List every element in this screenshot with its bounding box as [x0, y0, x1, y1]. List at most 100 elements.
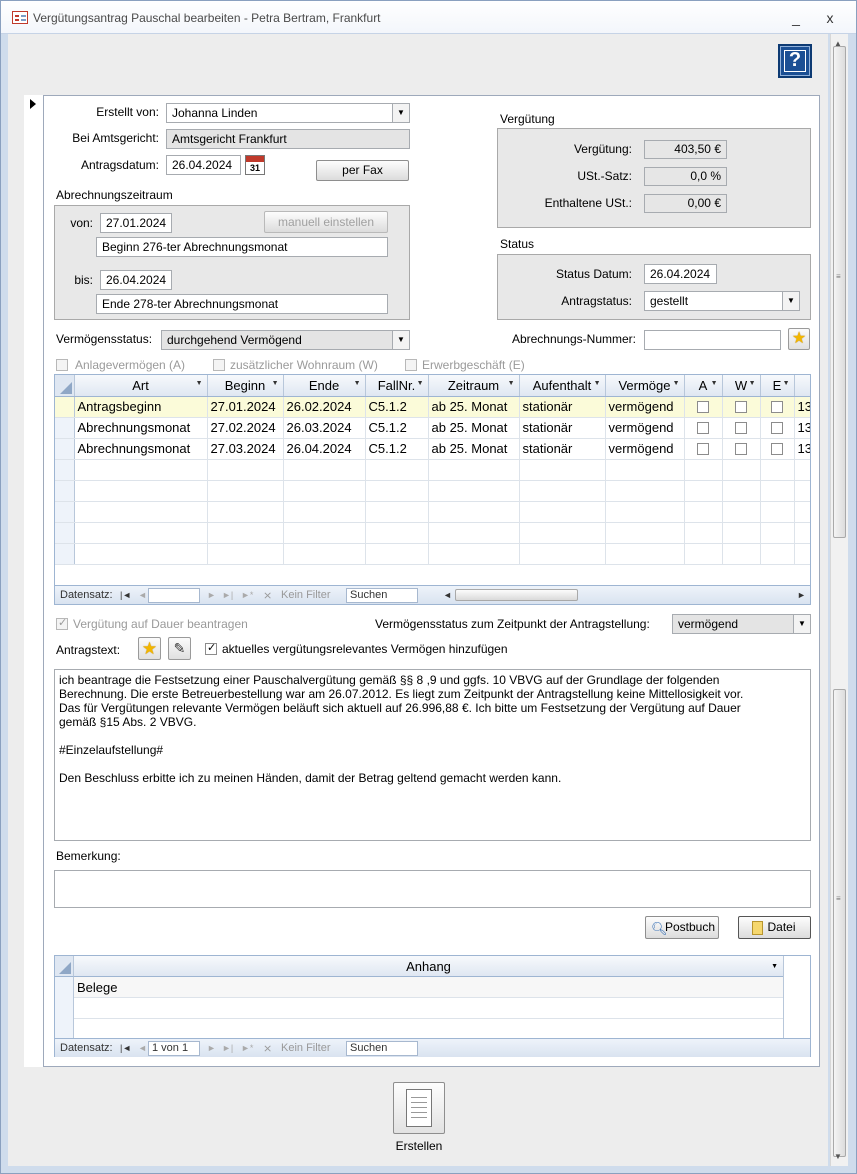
scroll-thumb[interactable]	[833, 46, 846, 538]
cell-fallnr[interactable]: C5.1.2	[365, 438, 429, 460]
bemerkung-field[interactable]	[54, 870, 811, 908]
minimize-button[interactable]: _	[786, 9, 806, 27]
col-header-art[interactable]: Art ▼	[74, 375, 208, 397]
cell-beginn[interactable]: 27.03.2024	[207, 438, 284, 460]
postbuch-button[interactable]: 🔍︎ Postbuch	[645, 916, 719, 939]
erwerbgeschaeft-checkbox[interactable]	[405, 359, 417, 371]
suchen-field[interactable]: Suchen	[346, 1041, 418, 1056]
row-selector-column[interactable]	[55, 977, 74, 1039]
von-text-field[interactable]: Beginn 276-ter Abrechnungsmonat	[96, 237, 388, 257]
vertical-scrollbar[interactable]: ▲ ≡ ≡ ▼	[830, 34, 848, 1166]
table-row[interactable]: Abrechnungsmonat 27.03.2024 26.04.2024 C…	[55, 438, 810, 460]
col-header-v[interactable]: V	[794, 375, 810, 397]
scroll-left-icon[interactable]: ◄	[443, 590, 452, 600]
row-selector[interactable]	[55, 396, 75, 418]
e-checkbox[interactable]	[771, 421, 783, 434]
w-checkbox[interactable]	[735, 400, 747, 413]
erstellt-von-combo[interactable]: Johanna Linden ▼	[166, 103, 410, 123]
dauer-checkbox[interactable]: ✓	[56, 617, 68, 630]
cell-v[interactable]: 13	[794, 438, 810, 460]
antragstext-star-button[interactable]: ★	[138, 637, 161, 660]
col-header-ende[interactable]: Ende ▼	[283, 375, 366, 397]
dropdown-arrow-icon[interactable]: ▼	[392, 331, 409, 349]
last-record-icon[interactable]: ►|	[222, 590, 233, 600]
col-header-beginn[interactable]: Beginn ▼	[207, 375, 284, 397]
next-record-icon[interactable]: ►	[207, 590, 216, 600]
antragstatus-combo[interactable]: gestellt ▼	[644, 291, 800, 311]
cell-beginn[interactable]: 27.02.2024	[207, 417, 284, 439]
cell-vermoegen[interactable]: vermögend	[605, 396, 685, 418]
erstellen-button[interactable]	[393, 1082, 445, 1134]
e-checkbox[interactable]	[771, 400, 783, 413]
select-all-corner[interactable]	[55, 375, 75, 397]
cell-zeitraum[interactable]: ab 25. Monat	[428, 396, 520, 418]
abrechnungsnummer-field[interactable]	[644, 330, 781, 350]
col-header-fallnr[interactable]: FallNr. ▼	[365, 375, 429, 397]
vermoegensstatus-combo[interactable]: durchgehend Vermögend ▼	[161, 330, 410, 350]
vermoegen-hinzufuegen-checkbox[interactable]: ✓	[205, 642, 217, 655]
prev-record-icon[interactable]: ◄	[138, 590, 147, 600]
next-record-icon[interactable]: ►	[207, 1043, 216, 1053]
scroll-down-arrow-icon[interactable]: ▼	[834, 1152, 842, 1161]
record-number-field[interactable]	[148, 588, 200, 603]
status-datum-field[interactable]: 26.04.2024	[644, 264, 717, 284]
antragsdatum-field[interactable]: 26.04.2024	[166, 155, 241, 175]
cell-art[interactable]: Abrechnungsmonat	[74, 438, 208, 460]
scroll-thumb-lower[interactable]	[833, 689, 846, 1157]
cell-art[interactable]: Abrechnungsmonat	[74, 417, 208, 439]
first-record-icon[interactable]: |◄	[120, 590, 131, 600]
cell-fallnr[interactable]: C5.1.2	[365, 396, 429, 418]
col-header-anhang[interactable]: Anhang ▼	[74, 956, 783, 977]
help-button[interactable]: ?	[778, 44, 812, 78]
horizontal-scroll-thumb[interactable]	[455, 589, 578, 601]
prev-record-icon[interactable]: ◄	[138, 1043, 147, 1053]
suchen-field[interactable]: Suchen	[346, 588, 418, 603]
bis-text-field[interactable]: Ende 278-ter Abrechnungsmonat	[96, 294, 388, 314]
edit-pen-button[interactable]: ✎	[168, 637, 191, 660]
new-record-icon[interactable]: ►*	[241, 1043, 253, 1053]
cell-beginn[interactable]: 27.01.2024	[207, 396, 284, 418]
wohnraum-checkbox[interactable]	[213, 359, 225, 371]
bis-date-field[interactable]: 26.04.2024	[100, 270, 172, 290]
cell-v[interactable]: 13	[794, 396, 810, 418]
col-header-e[interactable]: E ▼	[760, 375, 795, 397]
col-header-aufenthalt[interactable]: Aufenthalt ▼	[519, 375, 606, 397]
close-button[interactable]: x	[820, 9, 840, 27]
table-row[interactable]: Antragsbeginn 27.01.2024 26.02.2024 C5.1…	[55, 396, 810, 418]
kein-filter-label[interactable]: Kein Filter	[281, 1042, 331, 1054]
cell-art[interactable]: Antragsbeginn	[74, 396, 208, 418]
last-record-icon[interactable]: ►|	[222, 1043, 233, 1053]
w-checkbox[interactable]	[735, 421, 747, 434]
record-selector-bar[interactable]	[24, 95, 44, 1067]
cell-vermoegen[interactable]: vermögend	[605, 438, 685, 460]
row-selector[interactable]	[55, 417, 75, 439]
calendar-icon[interactable]: 31	[245, 155, 265, 175]
new-record-icon[interactable]: ►*	[241, 590, 253, 600]
amtsgericht-field[interactable]: Amtsgericht Frankfurt	[166, 129, 410, 149]
dropdown-arrow-icon[interactable]: ▼	[793, 615, 810, 633]
anlagevermoegen-checkbox[interactable]	[56, 359, 68, 371]
cell-aufenthalt[interactable]: stationär	[519, 438, 606, 460]
col-header-vermoegen[interactable]: Vermöge ▼	[605, 375, 685, 397]
vermoegensstatus-antrag-combo[interactable]: vermögend ▼	[672, 614, 811, 634]
col-header-w[interactable]: W ▼	[722, 375, 761, 397]
star-button[interactable]: ★	[788, 328, 810, 350]
select-all-corner[interactable]	[55, 956, 74, 977]
anhang-row[interactable]: Belege	[74, 977, 783, 998]
cell-zeitraum[interactable]: ab 25. Monat	[428, 438, 520, 460]
dropdown-arrow-icon[interactable]: ▼	[392, 104, 409, 122]
cell-vermoegen[interactable]: vermögend	[605, 417, 685, 439]
cell-aufenthalt[interactable]: stationär	[519, 417, 606, 439]
cell-zeitraum[interactable]: ab 25. Monat	[428, 417, 520, 439]
col-header-zeitraum[interactable]: Zeitraum ▼	[428, 375, 520, 397]
cell-aufenthalt[interactable]: stationär	[519, 396, 606, 418]
w-checkbox[interactable]	[735, 442, 747, 455]
a-checkbox[interactable]	[697, 421, 709, 434]
datei-button[interactable]: Datei	[738, 916, 811, 939]
von-date-field[interactable]: 27.01.2024	[100, 213, 172, 233]
record-number-field[interactable]: 1 von 1	[148, 1041, 200, 1056]
antragstext-textarea[interactable]: ich beantrage die Festsetzung einer Paus…	[54, 669, 811, 841]
row-selector[interactable]	[55, 438, 75, 460]
scroll-right-icon[interactable]: ►	[797, 590, 806, 600]
manuell-einstellen-button[interactable]: manuell einstellen	[264, 211, 388, 233]
